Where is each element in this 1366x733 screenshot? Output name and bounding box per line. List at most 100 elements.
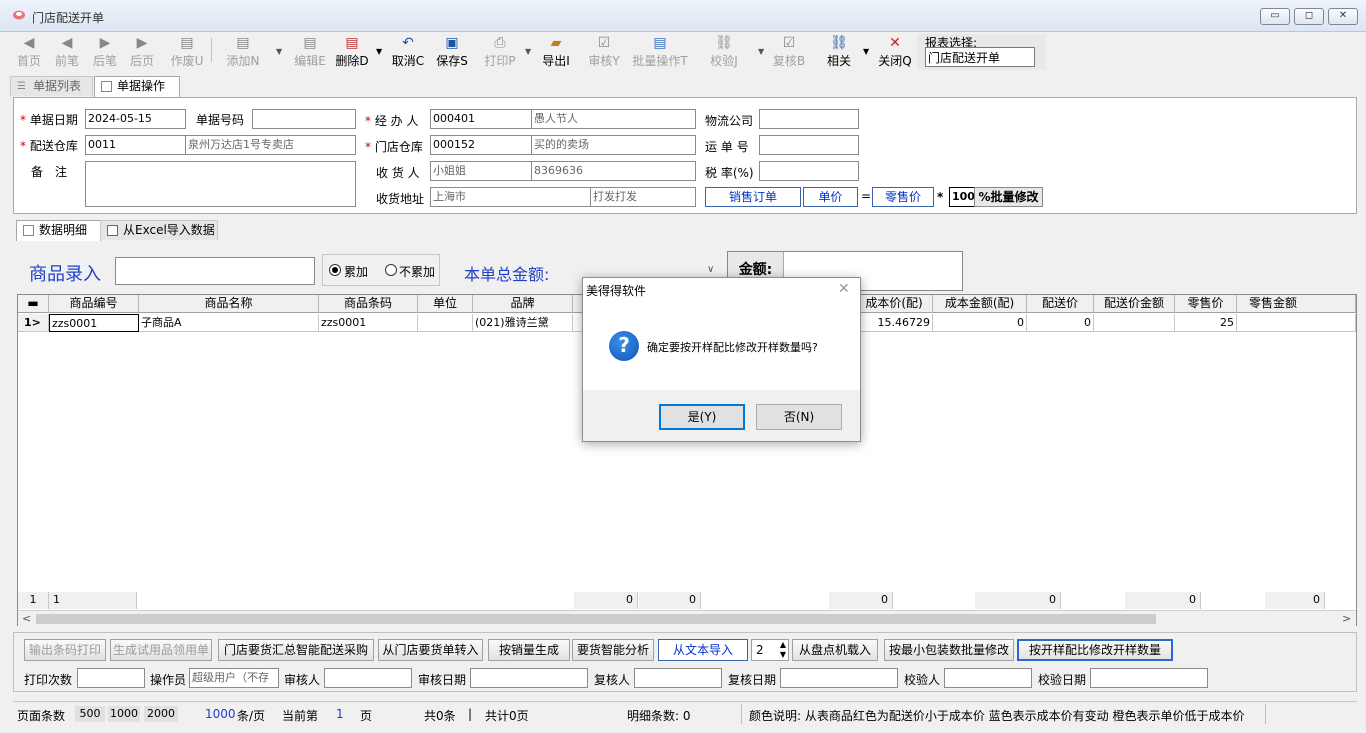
store-name-field[interactable]: 买的的卖场	[531, 135, 696, 155]
rechecker-field[interactable]	[634, 668, 722, 688]
scroll-thumb[interactable]	[36, 614, 1156, 624]
audit-date-field[interactable]	[470, 668, 588, 688]
cell-code[interactable]: zzs0001	[49, 314, 139, 332]
col-header-cost-amount[interactable]: 成本金额(配)	[933, 295, 1027, 313]
cell-barcode[interactable]: zzs0001	[319, 314, 418, 332]
note-field[interactable]	[85, 161, 356, 207]
handler-code-field[interactable]: 000401	[430, 109, 532, 129]
radio-no-accumulate[interactable]	[385, 264, 397, 276]
verify-date-field[interactable]	[1090, 668, 1208, 688]
sales-order-button[interactable]: 销售订单	[705, 187, 801, 207]
save-button[interactable]: ▣ 保存S	[435, 32, 469, 72]
verify-button[interactable]: ⛓ 校验J	[707, 32, 741, 72]
smart-analysis-button[interactable]: 要货智能分析	[572, 639, 654, 661]
close-window-button[interactable]: ✕	[1328, 8, 1358, 25]
goods-entry-input[interactable]	[115, 257, 315, 285]
spin-input[interactable]: 2 ▲ ▼	[751, 639, 789, 661]
page-size-2000[interactable]: 2000	[144, 706, 178, 722]
col-header-retail[interactable]: 零售价	[1175, 295, 1237, 313]
date-field[interactable]: 2024-05-15	[85, 109, 186, 129]
operator-field[interactable]: 超级用户（不存	[189, 668, 279, 688]
scroll-left-icon[interactable]: <	[22, 612, 31, 625]
scroll-right-icon[interactable]: >	[1342, 612, 1351, 625]
audit-button[interactable]: ☑ 审核Y	[587, 32, 621, 72]
verify-dropdown-icon[interactable]: ▼	[758, 47, 764, 56]
by-pack-button[interactable]: 按最小包装数批量修改	[884, 639, 1014, 661]
page-size-1000[interactable]: 1000	[108, 706, 140, 722]
next-record-button[interactable]: ▶ 后笔	[90, 32, 120, 72]
auditor-field[interactable]	[324, 668, 412, 688]
generate-trial-button[interactable]: 生成试用品领用单	[110, 639, 212, 661]
related-dropdown-icon[interactable]: ▼	[863, 47, 869, 56]
cell-brand[interactable]: (021)雅诗兰黛	[473, 314, 573, 332]
unit-price-button[interactable]: 单价	[803, 187, 858, 207]
void-button[interactable]: ▤ 作废U	[168, 32, 206, 72]
tax-field[interactable]	[759, 161, 859, 181]
yes-button[interactable]: 是(Y)	[659, 404, 745, 430]
print-button[interactable]: ⎙ 打印P	[483, 32, 517, 72]
col-header-barcode[interactable]: 商品条码	[319, 295, 418, 313]
warehouse-name-field[interactable]: 泉州万达店1号专卖店	[185, 135, 356, 155]
recheck-button[interactable]: ☑ 复核B	[772, 32, 806, 72]
receiver-phone-field[interactable]: 8369636	[531, 161, 696, 181]
add-dropdown-icon[interactable]: ▼	[276, 47, 282, 56]
store-code-field[interactable]: 000152	[430, 135, 532, 155]
smart-purchase-button[interactable]: 门店要货汇总智能配送采购	[218, 639, 374, 661]
by-sales-button[interactable]: 按销量生成	[488, 639, 570, 661]
verifier-field[interactable]	[944, 668, 1032, 688]
col-header-dist-amount[interactable]: 配送价金额	[1094, 295, 1175, 313]
warehouse-code-field[interactable]: 0011	[85, 135, 186, 155]
related-button[interactable]: ⛓ 相关	[823, 32, 855, 72]
col-header-code[interactable]: 商品编号	[49, 295, 139, 313]
cell-cost-price[interactable]: 15.46729	[856, 314, 933, 332]
handler-name-field[interactable]: 愚人节人	[531, 109, 696, 129]
tab-document-list[interactable]: ☰ 单据列表	[10, 76, 93, 96]
cell-name[interactable]: 子商品A	[139, 314, 319, 332]
percent-field[interactable]: 100	[949, 187, 975, 207]
print-count-field[interactable]	[77, 668, 145, 688]
receiver-name-field[interactable]: 小姐姐	[430, 161, 532, 181]
minimize-button[interactable]: ▭	[1260, 8, 1290, 25]
col-header-brand[interactable]: 品牌	[473, 295, 573, 313]
cell-unit[interactable]	[418, 314, 473, 332]
cell-retail[interactable]: 25	[1175, 314, 1237, 332]
total-dropdown-icon[interactable]: ∨	[707, 264, 714, 275]
col-header-dist-price[interactable]: 配送价	[1027, 295, 1094, 313]
col-header-retail-amount[interactable]: 零售金额	[1237, 295, 1356, 313]
grid-corner[interactable]: ▬	[18, 295, 49, 313]
from-device-button[interactable]: 从盘点机载入	[792, 639, 878, 661]
print-barcode-button[interactable]: 输出条码打印	[24, 639, 106, 661]
delete-button[interactable]: ▤ 删除D	[334, 32, 370, 72]
cell-dist-price[interactable]: 0	[1027, 314, 1094, 332]
add-button[interactable]: ▤ 添加N	[224, 32, 262, 72]
by-ratio-button[interactable]: 按开样配比修改开样数量	[1017, 639, 1173, 661]
col-header-name[interactable]: 商品名称	[139, 295, 319, 313]
page-size-500[interactable]: 500	[75, 706, 105, 722]
maximize-button[interactable]: ◻	[1294, 8, 1324, 25]
col-header-cost-price[interactable]: 成本价(配)	[856, 295, 933, 313]
last-record-button[interactable]: ▶ 后页	[127, 32, 157, 72]
print-dropdown-icon[interactable]: ▼	[525, 47, 531, 56]
edit-button[interactable]: ▤ 编辑E	[291, 32, 329, 72]
from-store-order-button[interactable]: 从门店要货单转入	[378, 639, 483, 661]
address-city-field[interactable]: 上海市	[430, 187, 591, 207]
close-button[interactable]: ✕ 关闭Q	[877, 32, 913, 72]
batch-modify-button[interactable]: %批量修改	[974, 187, 1043, 207]
retail-price-button[interactable]: 零售价	[872, 187, 934, 207]
radio-accumulate[interactable]	[329, 264, 341, 276]
number-field[interactable]	[252, 109, 356, 129]
col-header-unit[interactable]: 单位	[418, 295, 473, 313]
logistics-field[interactable]	[759, 109, 859, 129]
delete-dropdown-icon[interactable]: ▼	[376, 47, 382, 56]
tab-document-operation[interactable]: 单据操作	[94, 76, 180, 97]
tab-data-detail[interactable]: 数据明细	[16, 220, 101, 241]
from-text-button[interactable]: 从文本导入	[658, 639, 748, 661]
address-detail-field[interactable]: 打发打发	[590, 187, 696, 207]
spin-arrows-icon[interactable]: ▲ ▼	[780, 640, 786, 660]
cell-retail-amount[interactable]	[1237, 314, 1356, 332]
first-record-button[interactable]: ◀ 首页	[14, 32, 44, 72]
prev-record-button[interactable]: ◀ 前笔	[52, 32, 82, 72]
recheck-date-field[interactable]	[780, 668, 898, 688]
horizontal-scrollbar[interactable]: < >	[18, 610, 1356, 626]
cancel-button[interactable]: ↶ 取消C	[391, 32, 425, 72]
